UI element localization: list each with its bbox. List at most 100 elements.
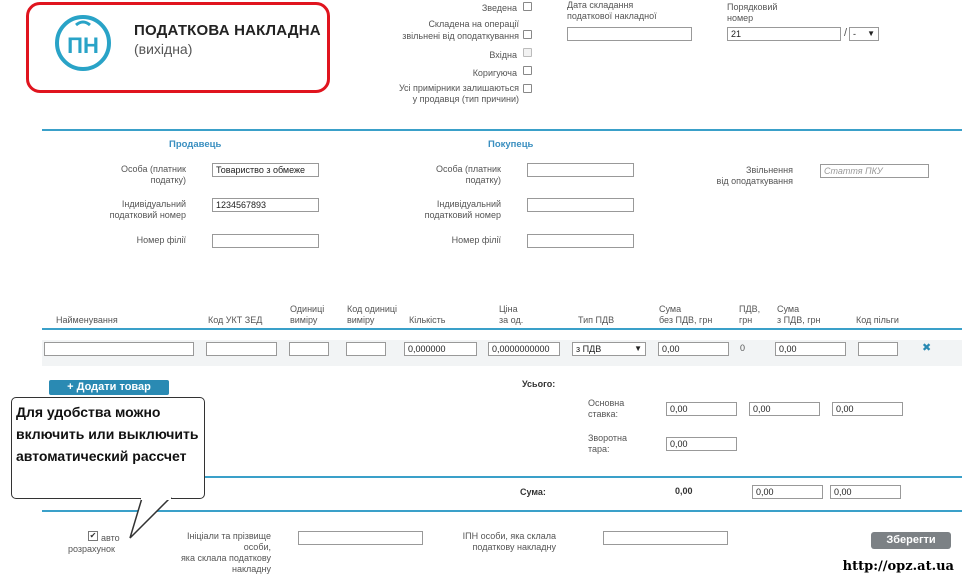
watermark-text: http://opz.at.ua: [842, 559, 954, 574]
row-sum-novat-input[interactable]: 0,00: [658, 342, 729, 356]
exempt-label-1: Складена на операції: [428, 19, 519, 29]
row-benefit-input[interactable]: [858, 342, 898, 356]
return-label-1: Зворотна: [588, 433, 628, 443]
ipn-person-input[interactable]: [603, 531, 728, 545]
buyer-branch-input[interactable]: [527, 234, 634, 248]
copies-label-1: Усі примірники залишаються: [398, 83, 519, 93]
number-input[interactable]: 21: [727, 27, 841, 41]
col-sum-vat-2: з ПДВ, грн: [777, 315, 821, 325]
buyer-ipn-input[interactable]: [527, 198, 634, 212]
return-label-2: тара:: [588, 444, 610, 454]
col-sum-vat-1: Сума: [777, 304, 800, 314]
col-qty: Кількість: [409, 315, 446, 325]
page-title: ПОДАТКОВА НАКЛАДНА: [134, 22, 321, 39]
col-vat-type: Тип ПДВ: [578, 315, 615, 325]
initials-label-4: накладну: [232, 564, 271, 574]
col-price-1: Ціна: [499, 304, 518, 314]
row-name-input[interactable]: [44, 342, 194, 356]
copies-checkbox[interactable]: [523, 84, 532, 93]
basic-rate-label-2: ставка:: [588, 409, 618, 419]
row-ukt-input[interactable]: [206, 342, 277, 356]
vkhidna-checkbox[interactable]: [523, 48, 532, 57]
col-unitcode-2: виміру: [347, 315, 375, 325]
auto-calc-checkbox[interactable]: ✔: [88, 531, 98, 541]
col-price-2: за од.: [499, 315, 524, 325]
row-price-input[interactable]: 0,0000000000: [488, 342, 560, 356]
basic-rate-label-1: Основна: [588, 398, 625, 408]
date-label-2: податкової накладної: [567, 11, 657, 21]
number-suffix-select[interactable]: - ▼: [849, 27, 879, 41]
buyer-ipn-label-2: податковий номер: [424, 210, 501, 220]
ipn-person-label-1: ІПН особи, яка склала: [462, 531, 556, 541]
basic-vat-input[interactable]: 0,00: [749, 402, 820, 416]
buyer-branch-label: Номер філії: [451, 235, 501, 245]
buyer-person-label-1: Особа (платник: [435, 164, 501, 174]
chevron-down-icon: ▼: [867, 29, 875, 38]
date-label-1: Дата складання: [567, 0, 634, 10]
sum-total-input[interactable]: 0,00: [830, 485, 901, 499]
number-separator: /: [844, 27, 848, 39]
initials-label-1: Ініціали та прізвище: [186, 531, 271, 541]
buyer-person-input[interactable]: [527, 163, 634, 177]
return-input[interactable]: 0,00: [666, 437, 737, 451]
table-header-divider: [42, 328, 962, 330]
basic-sum-vat-input[interactable]: 0,00: [832, 402, 903, 416]
row-unit-input[interactable]: [289, 342, 329, 356]
col-name: Найменування: [56, 315, 118, 325]
buyer-person-label-2: податку): [465, 175, 501, 185]
page-subtitle: (вихідна): [134, 41, 193, 57]
zvedena-label: Зведена: [481, 3, 517, 13]
svg-text:ПН: ПН: [67, 33, 99, 58]
exemption-label-1: Звільнення: [746, 165, 793, 175]
totals-label: Усього:: [522, 379, 556, 389]
zvedena-checkbox[interactable]: [523, 2, 532, 11]
seller-person-label-2: податку): [150, 175, 186, 185]
logo-icon: ПН: [55, 15, 111, 71]
col-unit-2: виміру: [290, 315, 318, 325]
sum-text: 0,00: [675, 486, 693, 496]
seller-branch-input[interactable]: [212, 234, 319, 248]
add-item-button[interactable]: + Додати товар: [49, 380, 169, 395]
delete-row-icon[interactable]: ✖: [922, 341, 931, 354]
col-unit-1: Одиниці: [290, 304, 325, 314]
tooltip-line-1: Для удобства можно: [16, 404, 161, 420]
initials-label-2: особи,: [243, 542, 271, 552]
koryguyucha-checkbox[interactable]: [523, 66, 532, 75]
koryguyucha-label: Коригуюча: [472, 68, 517, 78]
col-vat-2: грн: [739, 315, 753, 325]
seller-ipn-label-2: податковий номер: [109, 210, 186, 220]
date-input[interactable]: [567, 27, 692, 41]
number-suffix-value: -: [853, 29, 856, 39]
exempt-checkbox[interactable]: [523, 30, 532, 39]
row-sum-vat-input[interactable]: 0,00: [775, 342, 846, 356]
sum-label: Сума:: [520, 487, 546, 497]
chevron-down-icon: ▼: [634, 344, 642, 353]
basic-sum-novat-input[interactable]: 0,00: [666, 402, 737, 416]
row-qty-input[interactable]: 0,000000: [404, 342, 477, 356]
row-vat-value: 0: [740, 343, 746, 353]
col-ukt: Код УКТ ЗЕД: [208, 315, 263, 325]
seller-branch-label: Номер філії: [136, 235, 186, 245]
vkhidna-label: Вхідна: [489, 50, 517, 60]
initials-input[interactable]: [298, 531, 423, 545]
save-button[interactable]: Зберегти: [871, 532, 951, 549]
exemption-label-2: від оподаткування: [716, 176, 793, 186]
col-benefit: Код пільги: [856, 315, 899, 325]
seller-title: Продавець: [169, 139, 222, 150]
seller-ipn-label-1: Індивідуальний: [121, 199, 186, 209]
footer-divider: [42, 510, 962, 512]
row-vat-type-value: з ПДВ: [576, 344, 602, 354]
seller-ipn-input[interactable]: 1234567893: [212, 198, 319, 212]
callout-tooltip: Для удобства можно включить или выключит…: [11, 397, 205, 499]
auto-calc-label-2: розрахунок: [68, 544, 115, 554]
row-vat-type-select[interactable]: з ПДВ ▼: [572, 342, 646, 356]
auto-calc-label-1: авто: [101, 533, 120, 543]
initials-label-3: яка склала податкову: [180, 553, 271, 563]
seller-person-input[interactable]: Товариство з обмеже: [212, 163, 319, 177]
buyer-ipn-label-1: Індивідуальний: [436, 199, 501, 209]
row-unitcode-input[interactable]: [346, 342, 386, 356]
col-sum-novat-1: Сума: [659, 304, 682, 314]
sum-vat-input[interactable]: 0,00: [752, 485, 823, 499]
exemption-input[interactable]: Стаття ПКУ: [820, 164, 929, 178]
number-label-2: номер: [727, 13, 754, 23]
